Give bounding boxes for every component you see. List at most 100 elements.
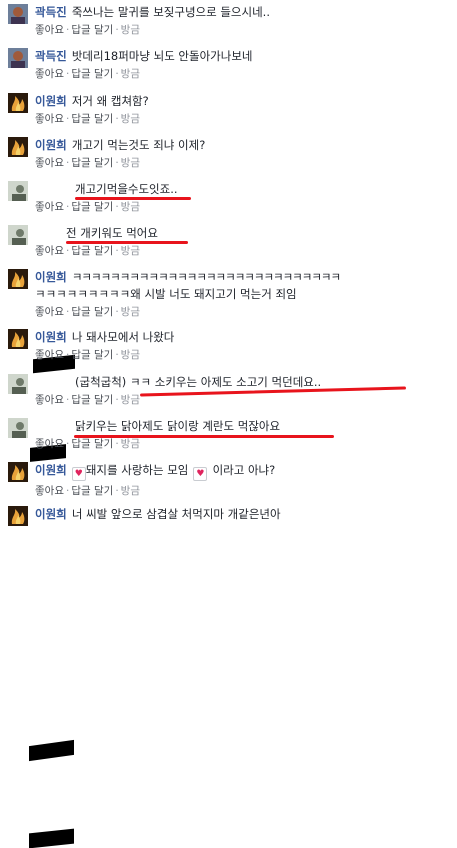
timestamp[interactable]: 방금 [121,485,140,497]
comment-actions: 좋아요 · 답글 달기 · 방금 [35,394,140,406]
timestamp[interactable]: 방금 [121,438,140,450]
avatar[interactable] [8,4,28,24]
avatar[interactable] [8,48,28,68]
commenter-name[interactable]: 이원희 [35,270,67,284]
comment-actions: 좋아요 · 답글 달기 · 방금 [35,24,140,36]
comment-item: (굽척굽척) ㅋㅋ 소키우는 아제도 소고기 먹던데요.. 좋아요 · 답글 달기 ·… [0,370,457,762]
reply-button[interactable]: 답글 달기 [71,485,113,497]
comment-actions: 좋아요 · 답글 달기 · 방금 [35,113,140,125]
like-button[interactable]: 좋아요 [35,113,64,125]
redaction-bar [29,828,74,848]
comment-text: (굽척굽척) ㅋㅋ 소키우는 아제도 소고기 먹던데요.. [75,375,322,389]
comment-text: 밧데리18퍼마냥 뇌도 안돌아가나보네 [71,49,253,63]
avatar[interactable] [8,374,28,394]
like-button[interactable]: 좋아요 [35,68,64,80]
avatar[interactable] [8,181,28,201]
comment-item: 곽득진 죽쓰나는 말귀를 보짖구녕으로 들으시네.. 좋아요 · 답글 달기 · 방금 [0,0,457,44]
reply-button[interactable]: 답글 달기 [71,438,113,450]
reply-button[interactable]: 답글 달기 [71,201,113,213]
red-underline [66,241,188,244]
comment-actions: 좋아요 · 답글 달기 · 방금 [35,306,140,318]
comment-text: 너 씨발 앞으로 삼겹살 처먹지마 개같은년아 [71,507,281,521]
comment-actions: 좋아요 · 답글 달기 · 방금 [35,438,140,450]
flame-avatar-icon [8,329,28,349]
like-button[interactable]: 좋아요 [35,306,64,318]
comment-text: 돼지를 사랑하는 모임 [85,463,189,477]
like-button[interactable]: 좋아요 [35,157,64,169]
like-button[interactable]: 좋아요 [35,438,64,450]
timestamp[interactable]: 방금 [121,245,140,257]
avatar[interactable] [8,462,28,482]
commenter-name[interactable]: 이원희 [35,138,67,152]
comment-text: 나 돼사모에서 나왔다 [71,330,175,344]
reply-button[interactable]: 답글 달기 [71,306,113,318]
commenter-name[interactable]: 이원희 [35,94,67,108]
comment-actions: 좋아요 · 답글 달기 · 방금 [35,201,140,213]
timestamp[interactable]: 방금 [121,306,140,318]
like-button[interactable]: 좋아요 [35,24,64,36]
commenter-name[interactable]: 곽득진 [35,49,67,63]
like-button[interactable]: 좋아요 [35,394,64,406]
flame-avatar-icon [8,137,28,157]
flame-avatar-icon [8,93,28,113]
avatar[interactable] [8,418,28,438]
like-button[interactable]: 좋아요 [35,485,64,497]
reply-button[interactable]: 답글 달기 [71,68,113,80]
reply-button[interactable]: 답글 달기 [71,24,113,36]
comment-text: 저거 왜 캡쳐함? [71,94,149,108]
like-button[interactable]: 좋아요 [35,201,64,213]
comment-item: 이원희 저거 왜 캡쳐함? 좋아요 · 답글 달기 · 방금 [0,89,457,133]
comment-actions: 좋아요 · 답글 달기 · 방금 [35,349,140,361]
reply-button[interactable]: 답글 달기 [71,157,113,169]
comment-actions: 좋아요 · 답글 달기 · 방금 [35,485,140,497]
timestamp[interactable]: 방금 [121,68,140,80]
reply-button[interactable]: 답글 달기 [71,245,113,257]
person-avatar-icon [8,374,28,394]
commenter-name[interactable]: 곽득진 [35,5,67,19]
reply-button[interactable]: 답글 달기 [71,113,113,125]
timestamp[interactable]: 방금 [121,394,140,406]
avatar[interactable] [8,269,28,289]
timestamp[interactable]: 방금 [121,349,140,361]
comment-text: 닭키우는 닭아제도 닭이랑 계란도 먹잖아요 [75,419,281,433]
commenter-name[interactable]: 이원희 [35,463,67,477]
redaction-bar [29,739,74,762]
red-underline [74,435,334,438]
comment-text-suffix: 이라고 아냐? [212,463,276,477]
person-avatar-icon [8,4,28,24]
avatar[interactable] [8,506,28,526]
comment-item: 이원희 ㅋㅋㅋㅋㅋㅋㅋㅋㅋㅋㅋㅋㅋㅋㅋㅋㅋㅋㅋㅋㅋㅋㅋㅋㅋㅋㅋㅋ ㅋㅋㅋㅋㅋㅋㅋ… [0,265,457,325]
reply-button[interactable]: 답글 달기 [71,349,113,361]
timestamp[interactable]: 방금 [121,157,140,169]
avatar[interactable] [8,137,28,157]
timestamp[interactable]: 방금 [121,201,140,213]
comment-actions: 좋아요 · 답글 달기 · 방금 [35,245,140,257]
flame-avatar-icon [8,462,28,482]
comment-item: 개고기먹을수도잇죠.. 좋아요 · 답글 달기 · 방금 [0,177,457,374]
avatar[interactable] [8,329,28,349]
red-underline [75,197,191,200]
comment-item: 이원희 나 돼사모에서 나왔다 좋아요 · 답글 달기 · 방금 [0,325,457,369]
person-avatar-icon [8,181,28,201]
comment-text-continued: ㅋㅋㅋㅋㅋㅋㅋㅋㅋ왜 시발 너도 돼지고기 먹는거 죄임 [35,287,297,301]
like-button[interactable]: 좋아요 [35,349,64,361]
comment-item: 전 개키워도 먹어요 좋아요 · 답글 달기 · 방금 [0,221,457,462]
comment-item: 곽득진 밧데리18퍼마냥 뇌도 안돌아가나보네 좋아요 · 답글 달기 · 방금 [0,44,457,88]
avatar[interactable] [8,93,28,113]
person-avatar-icon [8,48,28,68]
like-button[interactable]: 좋아요 [35,245,64,257]
heart-emoji-icon: ♥ [193,467,208,481]
person-avatar-icon [8,418,28,438]
commenter-name[interactable]: 이원희 [35,330,67,344]
heart-emoji-icon: ♥ [71,467,86,481]
flame-avatar-icon [8,506,28,526]
comment-actions: 좋아요 · 답글 달기 · 방금 [35,157,140,169]
comment-text: 죽쓰나는 말귀를 보짖구녕으로 들으시네.. [71,5,270,19]
timestamp[interactable]: 방금 [121,113,140,125]
timestamp[interactable]: 방금 [121,24,140,36]
commenter-name[interactable]: 이원희 [35,507,67,521]
comment-text: 개고기 먹는것도 죄냐 이제? [71,138,206,152]
avatar[interactable] [8,225,28,245]
reply-button[interactable]: 답글 달기 [71,394,113,406]
comment-item: 이원희 개고기 먹는것도 죄냐 이제? 좋아요 · 답글 달기 · 방금 [0,133,457,177]
